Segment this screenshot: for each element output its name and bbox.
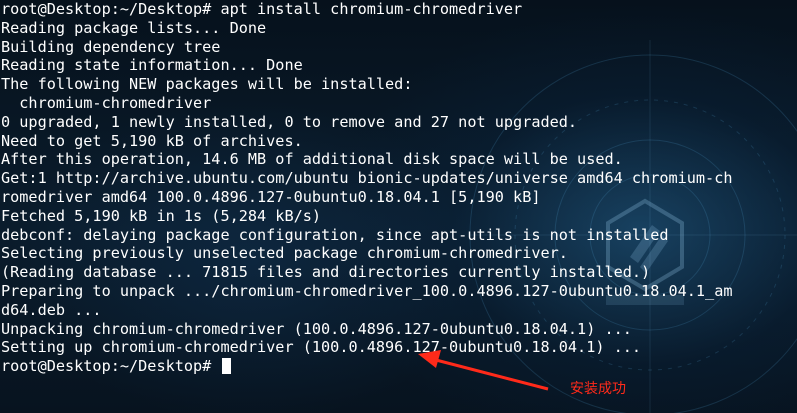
- command-line: root@Desktop:~/Desktop# apt install chro…: [1, 0, 523, 18]
- terminal-output-line: After this operation, 14.6 MB of additio…: [1, 150, 623, 169]
- terminal-window[interactable]: root@Desktop:~/Desktop# apt install chro…: [0, 0, 797, 413]
- terminal-output-line: Setting up chromium-chromedriver (100.0.…: [1, 338, 642, 357]
- terminal-output-line: d64.deb ...: [1, 300, 102, 319]
- terminal-output-line: Unpacking chromium-chromedriver (100.0.4…: [1, 319, 632, 338]
- terminal-output-line: Selecting previously unselected package …: [1, 244, 568, 263]
- terminal-output-line: debconf: delaying package configuration,…: [1, 225, 669, 244]
- terminal-output-line: The following NEW packages will be insta…: [1, 75, 413, 94]
- terminal-output-line: Fetched 5,190 kB in 1s (5,284 kB/s): [1, 206, 322, 225]
- terminal-output-line: (Reading database ... 71815 files and di…: [1, 263, 651, 282]
- annotation-label: 安装成功: [570, 381, 626, 397]
- terminal-output-line: Reading state information... Done: [1, 56, 303, 75]
- terminal-output-line: Get:1 http://archive.ubuntu.com/ubuntu b…: [1, 169, 733, 188]
- terminal-output-line: Need to get 5,190 kB of archives.: [1, 131, 303, 150]
- terminal-output-line: Reading package lists... Done: [1, 18, 267, 37]
- terminal-output-line: 0 upgraded, 1 newly installed, 0 to remo…: [1, 112, 578, 131]
- text-cursor: [222, 358, 232, 375]
- command-prompt-line[interactable]: root@Desktop:~/Desktop#: [1, 357, 232, 376]
- terminal-output: root@Desktop:~/Desktop# apt install chro…: [1, 0, 733, 357]
- terminal-output-line: chromium-chromedriver: [1, 93, 212, 112]
- terminal-output-line: Building dependency tree: [1, 37, 221, 56]
- terminal-output-line: romedriver amd64 100.0.4896.127-0ubuntu0…: [1, 187, 541, 206]
- terminal-output-line: Preparing to unpack .../chromium-chromed…: [1, 281, 733, 300]
- shell-prompt: root@Desktop:~/Desktop#: [1, 357, 221, 376]
